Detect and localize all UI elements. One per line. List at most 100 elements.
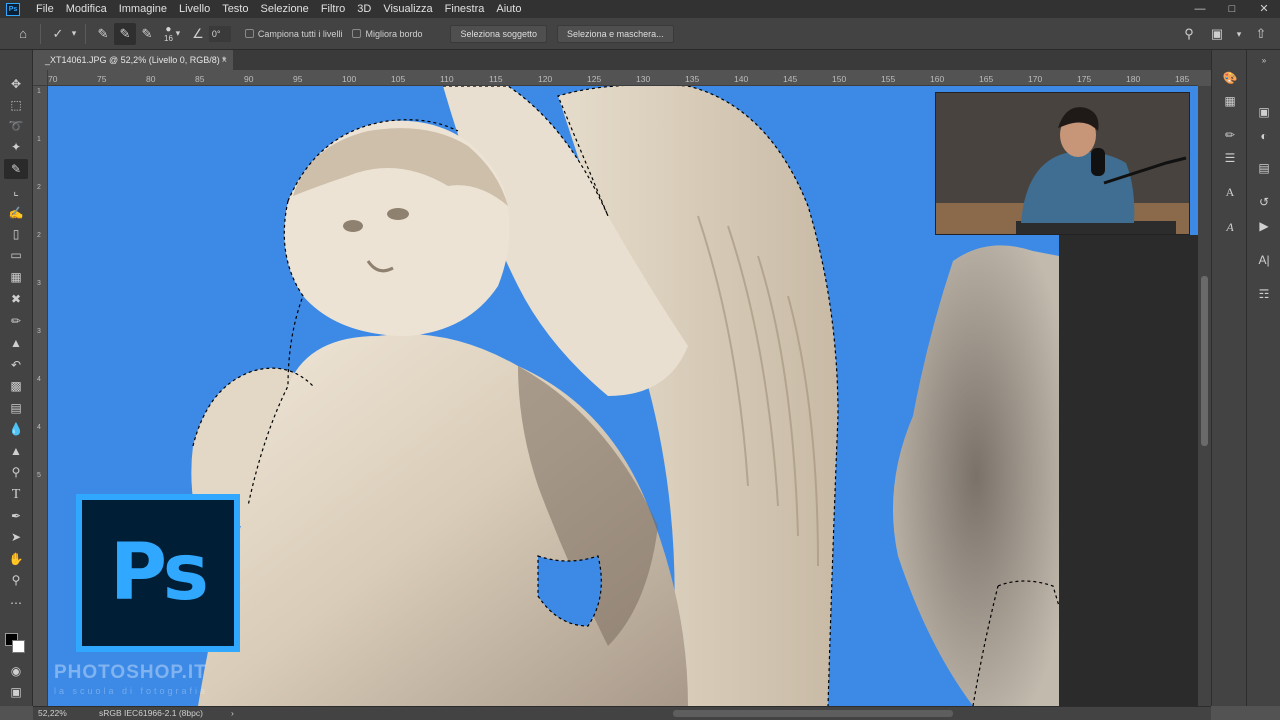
menu-file[interactable]: File — [30, 0, 60, 18]
red-eye-tool-icon[interactable]: ✖ — [4, 289, 28, 309]
color-profile: sRGB IEC61966-2.1 (8bpc) — [99, 708, 203, 718]
spot-healing-tool-icon[interactable]: ▯ — [4, 224, 28, 244]
menu-livello[interactable]: Livello — [173, 0, 216, 18]
new-selection-icon[interactable]: ✎ — [92, 23, 114, 45]
patch-tool-icon[interactable]: ▭ — [4, 245, 28, 265]
angle-input[interactable]: 0° — [208, 25, 231, 42]
pasteboard — [1059, 235, 1199, 706]
chevron-down-icon[interactable]: ▾ — [173, 23, 183, 45]
close-tab-icon[interactable]: × — [222, 50, 227, 70]
libraries-icon[interactable]: ▣ — [1253, 102, 1275, 122]
checkbox-box — [244, 29, 254, 38]
blur-tool-icon[interactable]: 💧 — [4, 419, 28, 439]
ruler-label: 150 — [832, 74, 847, 84]
vertical-scrollbar[interactable] — [1198, 86, 1211, 706]
status-menu-icon[interactable]: › — [231, 708, 234, 718]
ruler-label: 95 — [293, 74, 303, 84]
brush-settings-icon[interactable]: ✏ — [1219, 125, 1241, 145]
separator — [85, 23, 86, 44]
menu-selezione[interactable]: Selezione — [254, 0, 314, 18]
menu-testo[interactable]: Testo — [216, 0, 254, 18]
brush-tool-icon[interactable]: ✏ — [4, 311, 28, 331]
dodge-tool-icon[interactable]: ⚲ — [4, 462, 28, 482]
close-icon[interactable]: ✕ — [1248, 0, 1280, 18]
glyphs-panel-icon[interactable]: A — [1219, 217, 1241, 237]
ruler-label: 110 — [440, 74, 454, 84]
zoom-tool-icon[interactable]: ⚲ — [4, 570, 28, 590]
home-icon[interactable]: ⌂ — [12, 23, 34, 45]
brush-size-picker[interactable]: ● 16 — [164, 24, 173, 43]
maximize-icon[interactable]: □ — [1216, 0, 1248, 18]
zoom-level[interactable]: 52,22% — [38, 708, 67, 718]
chevron-down-icon[interactable]: ▾ — [1234, 23, 1244, 45]
scrollbar-thumb[interactable] — [1201, 276, 1208, 446]
properties-panel-icon[interactable]: ▤ — [1253, 158, 1275, 178]
ruler-label: 4 — [37, 376, 41, 383]
search-icon[interactable]: ⚲ — [1178, 23, 1200, 45]
menu-filtro[interactable]: Filtro — [315, 0, 351, 18]
marquee-tool-icon[interactable]: ⬚ — [4, 95, 28, 115]
ruler-label: 80 — [146, 74, 156, 84]
history-brush-tool-icon[interactable]: ↶ — [4, 355, 28, 375]
sharpen-tool-icon[interactable]: ▲ — [4, 441, 28, 461]
screen-mode-icon[interactable]: ▣ — [4, 682, 28, 702]
menu-3d[interactable]: 3D — [351, 0, 377, 18]
ruler-label: 1 — [37, 88, 41, 95]
horizontal-scrollbar-thumb[interactable] — [673, 710, 953, 717]
type-tool-icon[interactable]: T — [4, 485, 28, 505]
menu-visualizza[interactable]: Visualizza — [377, 0, 438, 18]
lasso-tool-icon[interactable]: ➰ — [4, 116, 28, 136]
background-color-swatch[interactable] — [12, 640, 25, 653]
menu-immagine[interactable]: Immagine — [113, 0, 173, 18]
subtract-from-selection-icon[interactable]: ✎ — [136, 23, 158, 45]
adjustments-panel-icon[interactable]: ◐ — [1253, 126, 1275, 146]
enhance-edge-checkbox[interactable]: Migliora bordo — [352, 29, 422, 39]
share-icon[interactable]: ⇧ — [1250, 23, 1272, 45]
content-aware-move-icon[interactable]: ▦ — [4, 267, 28, 287]
workspace-icon[interactable]: ▣ — [1206, 23, 1228, 45]
menu-modifica[interactable]: Modifica — [60, 0, 113, 18]
character-panel-icon[interactable]: A — [1219, 182, 1241, 202]
magic-wand-tool-icon[interactable]: ✦ — [4, 137, 28, 157]
path-selection-tool-icon[interactable]: ➤ — [4, 527, 28, 547]
color-panel-icon[interactable]: 🎨 — [1219, 68, 1241, 88]
quick-selection-tool-icon[interactable]: ✎ — [4, 159, 28, 179]
move-tool-icon[interactable]: ✥ — [4, 74, 28, 94]
minimize-icon[interactable]: — — [1184, 0, 1216, 18]
clone-stamp-tool-icon[interactable]: ▲ — [4, 333, 28, 353]
gradient-tool-icon[interactable]: ▤ — [4, 398, 28, 418]
pen-tool-icon[interactable]: ✒ — [4, 506, 28, 526]
menu-finestra[interactable]: Finestra — [439, 0, 491, 18]
ruler-label: 100 — [342, 74, 357, 84]
ruler-label: 160 — [930, 74, 945, 84]
select-subject-button[interactable]: Seleziona soggetto — [450, 24, 548, 43]
actions-panel-icon[interactable]: ▶ — [1253, 216, 1275, 236]
more-tools-icon[interactable]: ⋯ — [4, 593, 28, 613]
quick-mask-icon[interactable]: ◉ — [4, 661, 28, 681]
swatches-panel-icon[interactable]: ▦ — [1219, 91, 1241, 111]
select-and-mask-button[interactable]: Seleziona e maschera... — [557, 24, 674, 43]
checkbox-box — [352, 29, 362, 38]
collapse-panels-icon[interactable]: » — [1253, 50, 1275, 70]
add-to-selection-icon[interactable]: ✎ — [114, 22, 136, 45]
chevron-down-icon[interactable]: ▾ — [69, 23, 79, 45]
ruler-label: 170 — [1028, 74, 1043, 84]
hand-tool-icon[interactable]: ✋ — [4, 549, 28, 569]
crop-tool-icon[interactable]: ⌞ — [4, 181, 28, 201]
eyedropper-tool-icon[interactable]: ✍ — [4, 203, 28, 223]
paragraph-panel-icon[interactable]: A| — [1253, 250, 1275, 270]
watermark-subtitle: la scuola di fotografia — [54, 686, 209, 696]
layers-panel-icon[interactable]: ☶ — [1253, 284, 1275, 304]
quick-selection-preset-icon[interactable]: ✓ — [47, 23, 69, 45]
ruler-label: 4 — [37, 424, 41, 431]
ruler-label: 180 — [1126, 74, 1141, 84]
adjustments-icon[interactable]: ☰ — [1219, 148, 1241, 168]
eraser-tool-icon[interactable]: ▩ — [4, 376, 28, 396]
menu-aiuto[interactable]: Aiuto — [490, 0, 527, 18]
document-tab[interactable]: _XT14061.JPG @ 52,2% (Livello 0, RGB/8) … — [33, 50, 233, 70]
ruler-label: 185 — [1175, 74, 1190, 84]
history-panel-icon[interactable]: ↺ — [1253, 192, 1275, 212]
photoshop-logo-icon[interactable]: Ps — [6, 2, 20, 16]
sample-all-layers-checkbox[interactable]: Campiona tutti i livelli — [244, 29, 342, 39]
webcam-overlay — [935, 92, 1190, 235]
